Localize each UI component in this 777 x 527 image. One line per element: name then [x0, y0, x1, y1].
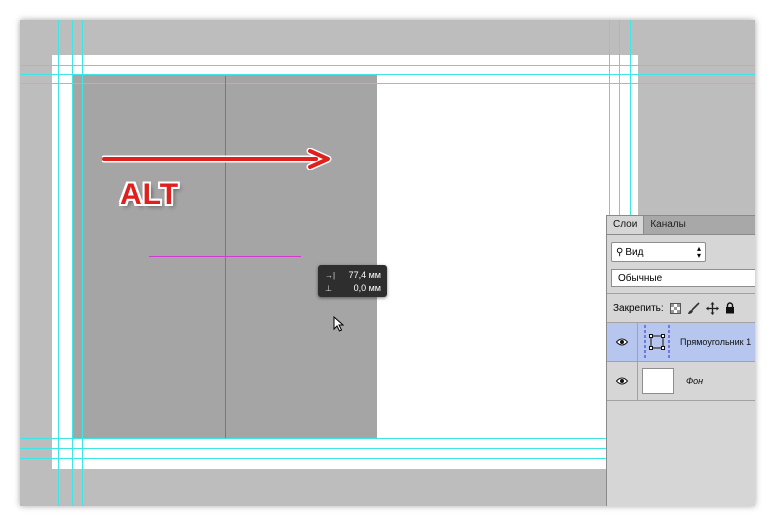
visibility-eye-icon[interactable] [607, 323, 638, 361]
move-arrows-icon[interactable] [705, 301, 719, 315]
brush-icon[interactable] [687, 301, 700, 315]
layers-panel: Слои Каналы ⚲ Вид ▴▾ Обычные Закрепить: [606, 215, 755, 506]
guide-vertical [82, 20, 83, 506]
horizontal-offset-value: 77,4 мм [348, 270, 381, 280]
layer-filter-select[interactable]: ⚲ Вид ▴ ▾ [611, 242, 706, 262]
layer-name: Прямоугольник 1 [680, 337, 752, 347]
panel-tabs: Слои Каналы [607, 216, 755, 235]
lock-transparent-pixels-icon[interactable] [669, 302, 681, 314]
horizontal-offset-icon: →| [325, 270, 336, 280]
red-arrow-icon [102, 148, 332, 170]
guide-horizontal [20, 74, 755, 75]
layer-row-background[interactable]: Фон [607, 362, 755, 400]
layer-row-rectangle-1[interactable]: Прямоугольник 1 [607, 323, 755, 361]
smart-guide-vertical [225, 76, 226, 438]
search-icon: ⚲ [616, 246, 624, 258]
lock-row: Закрепить: [613, 300, 755, 316]
updown-arrows-icon: ▴ ▾ [696, 244, 701, 260]
vertical-offset-icon: ⊥ [325, 283, 332, 293]
vertical-offset-value: 0,0 мм [353, 283, 381, 293]
blend-mode-select[interactable]: Обычные [611, 269, 755, 287]
visibility-eye-icon[interactable] [607, 362, 638, 400]
lock-icon[interactable] [725, 302, 735, 314]
canvas-area[interactable]: ALT →| 77,4 мм ⊥ 0,0 мм Слои Каналы ⚲ Ви… [20, 20, 755, 506]
layer-name: Фон [686, 376, 704, 386]
move-measurement-tooltip: →| 77,4 мм ⊥ 0,0 мм [318, 265, 387, 297]
shape-layer-thumbnail [642, 325, 672, 359]
smart-guide-horizontal [149, 256, 301, 257]
mouse-cursor-icon [333, 316, 345, 332]
guide-horizontal [20, 65, 755, 66]
guide-vertical [58, 20, 59, 506]
background-layer-thumbnail [642, 368, 674, 394]
tab-layers[interactable]: Слои [607, 216, 645, 234]
divider [607, 400, 755, 401]
tab-channels[interactable]: Каналы [644, 216, 692, 234]
guide-horizontal [20, 83, 755, 84]
lock-label: Закрепить: [613, 302, 664, 314]
guide-vertical [72, 20, 73, 506]
layer-filter-value: Вид [625, 246, 644, 258]
divider [607, 293, 755, 294]
alt-key-label: ALT [120, 178, 180, 211]
